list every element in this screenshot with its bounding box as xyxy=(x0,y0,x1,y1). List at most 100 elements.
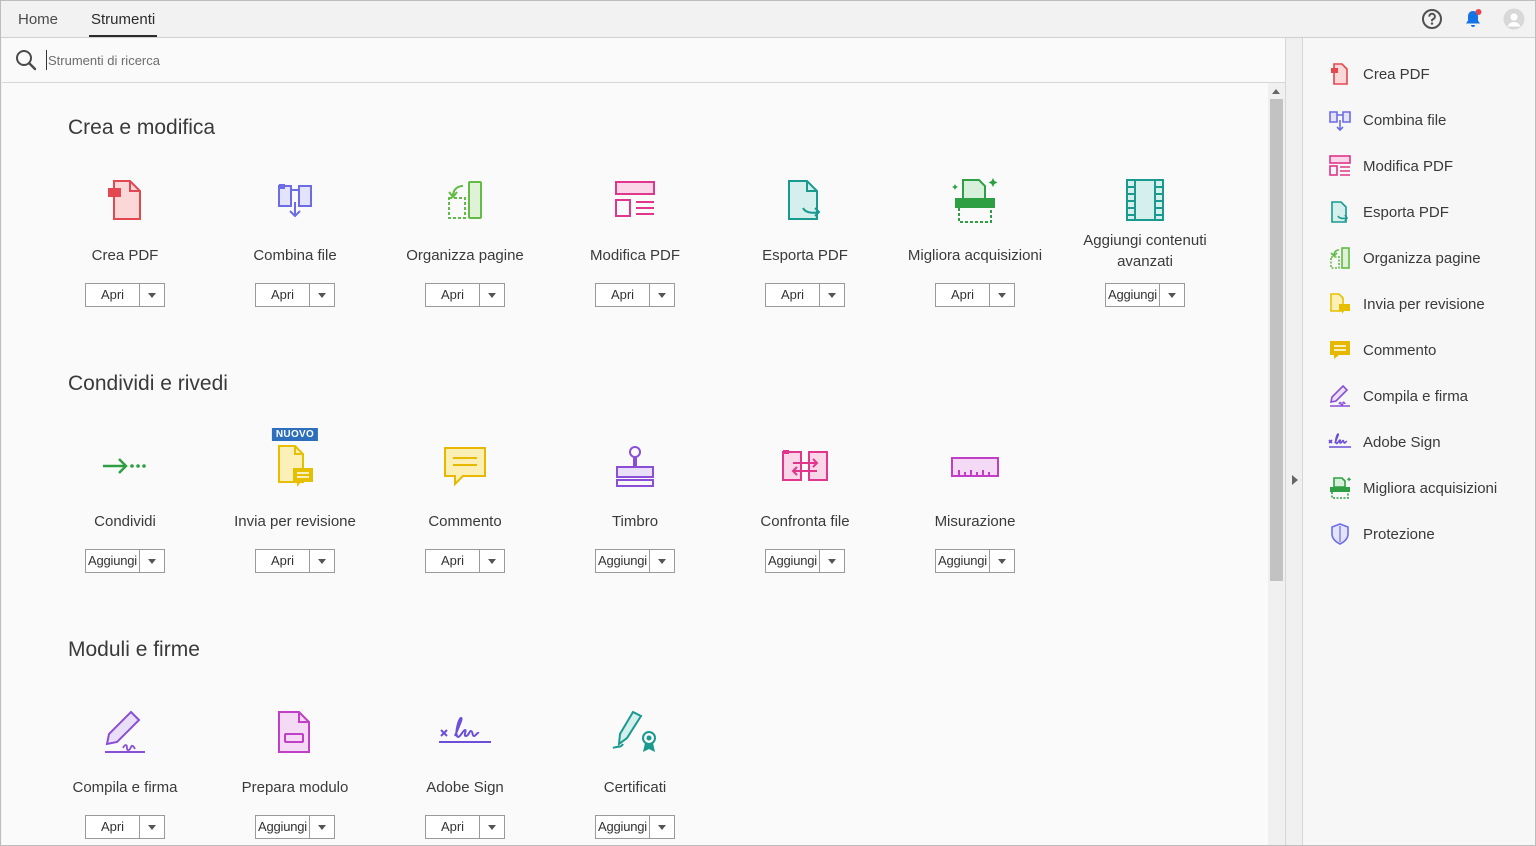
rich-media-icon[interactable] xyxy=(1121,176,1169,229)
tool-label: Compila e firma xyxy=(72,779,178,796)
tool-label: Prepara modulo xyxy=(241,779,349,796)
scroll-up-arrow-icon[interactable] xyxy=(1272,89,1280,94)
add-button[interactable]: Aggiungi xyxy=(255,815,335,839)
compare-files-icon[interactable] xyxy=(779,442,831,499)
add-button[interactable]: Aggiungi xyxy=(935,549,1015,573)
search-input[interactable] xyxy=(46,50,646,70)
tool-label: Certificati xyxy=(603,779,667,796)
dropdown-arrow-icon[interactable] xyxy=(650,816,674,838)
scrollbar-thumb[interactable] xyxy=(1270,99,1283,581)
tab-strumenti[interactable]: Strumenti xyxy=(89,1,158,37)
help-icon[interactable] xyxy=(1421,8,1443,30)
dropdown-arrow-icon[interactable] xyxy=(820,550,844,572)
button-label: Apri xyxy=(426,550,480,572)
tab-home[interactable]: Home xyxy=(16,1,60,37)
organize-pages-icon[interactable] xyxy=(441,176,489,229)
right-pane-item-commento[interactable]: Commento xyxy=(1327,336,1527,364)
enhance-scans-icon[interactable] xyxy=(949,176,1001,231)
right-pane-item-adobe-sign[interactable]: Adobe Sign xyxy=(1327,428,1527,456)
panel-splitter[interactable] xyxy=(1285,38,1303,845)
open-button[interactable]: Apri xyxy=(595,283,675,307)
dropdown-arrow-icon[interactable] xyxy=(990,550,1014,572)
open-button[interactable]: Apri xyxy=(85,815,165,839)
dropdown-arrow-icon[interactable] xyxy=(140,816,164,838)
account-avatar-icon[interactable] xyxy=(1503,8,1525,30)
open-button[interactable]: Apri xyxy=(425,815,505,839)
export-pdf-icon[interactable] xyxy=(781,176,829,229)
right-pane-item-modifica-pdf[interactable]: Modifica PDF xyxy=(1327,152,1527,180)
open-button[interactable]: Apri xyxy=(255,549,335,573)
right-pane-item-compila-e-firma[interactable]: Compila e firma xyxy=(1327,382,1527,410)
button-label: Aggiungi xyxy=(766,550,820,572)
dropdown-arrow-icon[interactable] xyxy=(480,550,504,572)
send-for-review-icon[interactable] xyxy=(271,442,319,499)
dropdown-arrow-icon[interactable] xyxy=(650,284,674,306)
right-pane-item-label: Esporta PDF xyxy=(1363,203,1449,221)
prepare-form-icon[interactable] xyxy=(271,708,319,763)
dropdown-arrow-icon[interactable] xyxy=(820,284,844,306)
send-for-review-icon xyxy=(1327,291,1353,317)
notification-bell-icon[interactable] xyxy=(1462,8,1484,30)
right-pane-item-esporta-pdf[interactable]: Esporta PDF xyxy=(1327,198,1527,226)
collapse-pane-arrow-icon[interactable] xyxy=(1292,475,1298,485)
open-button[interactable]: Apri xyxy=(765,283,845,307)
dropdown-arrow-icon[interactable] xyxy=(1160,284,1184,306)
open-button[interactable]: Apri xyxy=(255,283,335,307)
right-pane-item-crea-pdf[interactable]: Crea PDF xyxy=(1327,60,1527,88)
comment-icon xyxy=(1327,337,1353,363)
share-icon[interactable] xyxy=(101,442,149,495)
button-label: Apri xyxy=(936,284,990,306)
right-pane-item-invia-per-revisione[interactable]: Invia per revisione xyxy=(1327,290,1527,318)
dropdown-arrow-icon[interactable] xyxy=(650,550,674,572)
open-button[interactable]: Apri xyxy=(425,549,505,573)
add-button[interactable]: Aggiungi xyxy=(85,549,165,573)
dropdown-arrow-icon[interactable] xyxy=(140,284,164,306)
create-pdf-icon[interactable] xyxy=(101,176,149,229)
dropdown-arrow-icon[interactable] xyxy=(310,550,334,572)
edit-pdf-icon xyxy=(1327,153,1353,179)
right-pane-item-label: Combina file xyxy=(1363,111,1447,129)
edit-pdf-icon[interactable] xyxy=(611,176,659,229)
combine-files-icon[interactable] xyxy=(271,176,319,229)
tool-label: Crea PDF xyxy=(91,247,159,264)
tool-label: Adobe Sign xyxy=(426,779,504,796)
add-button[interactable]: Aggiungi xyxy=(765,549,845,573)
right-pane-item-label: Migliora acquisizioni xyxy=(1363,479,1498,497)
right-pane-item-organizza-pagine[interactable]: Organizza pagine xyxy=(1327,244,1527,272)
add-button[interactable]: Aggiungi xyxy=(595,549,675,573)
dropdown-arrow-icon[interactable] xyxy=(310,816,334,838)
button-label: Aggiungi xyxy=(256,816,310,838)
right-pane-item-migliora-acquisizioni[interactable]: Migliora acquisizioni xyxy=(1327,474,1527,502)
button-label: Apri xyxy=(256,550,310,572)
enhance-scans-icon xyxy=(1327,475,1353,501)
add-button[interactable]: Aggiungi xyxy=(1105,283,1185,307)
adobe-sign-icon[interactable] xyxy=(437,708,493,763)
add-button[interactable]: Aggiungi xyxy=(595,815,675,839)
measure-icon[interactable] xyxy=(949,442,1001,499)
tool-label: Confronta file xyxy=(760,513,850,530)
create-pdf-icon xyxy=(1327,61,1353,87)
fill-sign-icon[interactable] xyxy=(101,708,149,763)
protect-shield-icon xyxy=(1327,521,1353,547)
right-pane-item-protezione[interactable]: Protezione xyxy=(1327,520,1527,548)
certificates-icon[interactable] xyxy=(609,708,661,763)
top-navigation-bar: Home Strumenti xyxy=(1,1,1535,38)
comment-icon[interactable] xyxy=(441,442,489,499)
dropdown-arrow-icon[interactable] xyxy=(140,550,164,572)
dropdown-arrow-icon[interactable] xyxy=(480,284,504,306)
tool-label: Condividi xyxy=(94,513,156,530)
button-label: Apri xyxy=(86,816,140,838)
dropdown-arrow-icon[interactable] xyxy=(480,816,504,838)
open-button[interactable]: Apri xyxy=(425,283,505,307)
organize-pages-icon xyxy=(1327,245,1353,271)
right-pane-item-label: Modifica PDF xyxy=(1363,157,1454,175)
open-button[interactable]: Apri xyxy=(85,283,165,307)
right-pane-item-label: Protezione xyxy=(1363,525,1435,543)
dropdown-arrow-icon[interactable] xyxy=(310,284,334,306)
open-button[interactable]: Apri xyxy=(935,283,1015,307)
tool-label: Invia per revisione xyxy=(234,513,356,530)
dropdown-arrow-icon[interactable] xyxy=(990,284,1014,306)
right-pane-item-combina-file[interactable]: Combina file xyxy=(1327,106,1527,134)
stamp-icon[interactable] xyxy=(611,442,659,499)
vertical-scrollbar[interactable] xyxy=(1268,83,1285,845)
